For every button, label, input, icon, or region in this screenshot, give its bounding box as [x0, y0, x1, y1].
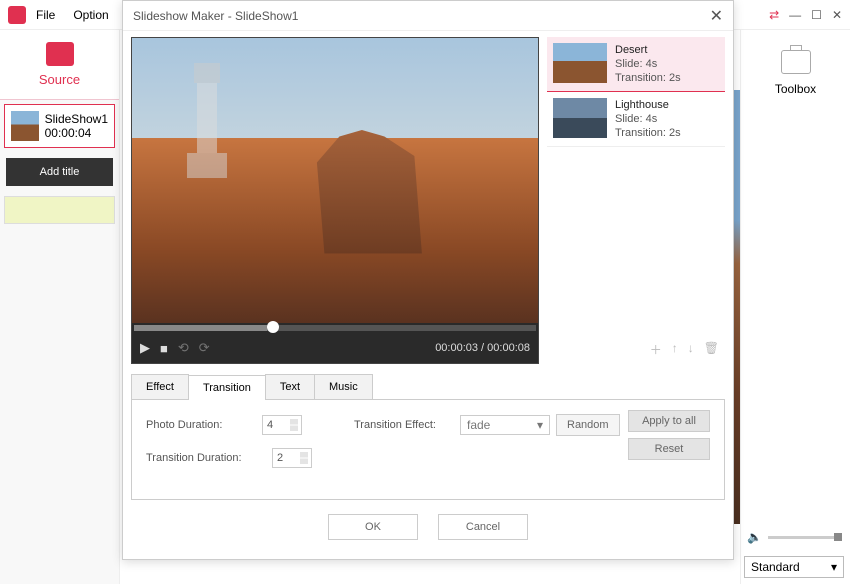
maximize-icon[interactable]: ☐ — [811, 8, 822, 22]
tab-bar: Effect Transition Text Music — [131, 374, 725, 400]
transition-panel: Photo Duration: 4 Transition Effect: fad… — [131, 400, 725, 500]
dialog-title: Slideshow Maker - SlideShow1 — [133, 9, 298, 23]
playlist-item[interactable]: Desert Slide: 4s Transition: 2s — [547, 37, 725, 92]
menu-file[interactable]: File — [36, 8, 55, 22]
minimize-icon[interactable]: — — [789, 8, 801, 22]
dialog-close-icon[interactable]: ✕ — [710, 6, 723, 26]
chevron-down-icon: ▾ — [537, 418, 543, 432]
quality-select[interactable]: Standard▾ — [744, 556, 844, 578]
playlist-thumb — [553, 98, 607, 138]
cancel-button[interactable]: Cancel — [438, 514, 528, 540]
photo-duration-input[interactable]: 4 — [262, 415, 302, 435]
playlist-actions: ＋ ↑ ↓ 🗑 — [547, 335, 725, 364]
add-title-button[interactable]: Add title — [6, 158, 113, 186]
ok-button[interactable]: OK — [328, 514, 418, 540]
slideshow-maker-dialog: Slideshow Maker - SlideShow1 ✕ ▶ ■ ⟲ ⟳ 0… — [122, 0, 734, 560]
seek-bar[interactable] — [134, 325, 536, 331]
timeline-strip[interactable] — [4, 196, 115, 224]
stop-button[interactable]: ■ — [160, 341, 168, 356]
slide-thumb — [11, 111, 39, 141]
preview-player: ▶ ■ ⟲ ⟳ 00:00:03 / 00:00:08 — [131, 37, 539, 364]
play-button[interactable]: ▶ — [140, 340, 150, 356]
random-button[interactable]: Random — [556, 414, 620, 436]
left-sidebar: Source SlideShow1 00:00:04 Add title — [0, 30, 120, 584]
menu-option[interactable]: Option — [73, 8, 108, 22]
transition-effect-label: Transition Effect: — [354, 419, 454, 431]
volume-control[interactable]: 🔈 — [747, 530, 842, 544]
move-up-icon[interactable]: ↑ — [672, 341, 678, 358]
transition-effect-select[interactable]: fade▾ — [460, 415, 550, 435]
close-icon[interactable]: ✕ — [832, 8, 842, 22]
cart-icon[interactable]: ⇄ — [769, 8, 779, 22]
tab-music[interactable]: Music — [314, 374, 373, 399]
playlist-thumb — [553, 43, 607, 83]
rotate-left-icon[interactable]: ⟲ — [178, 340, 189, 356]
tab-effect[interactable]: Effect — [131, 374, 189, 399]
apply-all-button[interactable]: Apply to all — [628, 410, 710, 432]
slide-duration: 00:00:04 — [45, 126, 108, 140]
slide-name: SlideShow1 — [45, 112, 108, 126]
chevron-down-icon: ▾ — [831, 560, 837, 574]
toolbox-icon[interactable] — [781, 50, 811, 74]
toolbox-label: Toolbox — [775, 82, 816, 96]
source-icon — [46, 42, 74, 66]
reset-button[interactable]: Reset — [628, 438, 710, 460]
delete-icon[interactable]: 🗑 — [704, 341, 719, 358]
slide-item[interactable]: SlideShow1 00:00:04 — [4, 104, 115, 148]
volume-icon[interactable]: 🔈 — [747, 530, 762, 544]
main-menu: File Option — [36, 8, 109, 22]
move-down-icon[interactable]: ↓ — [688, 341, 694, 358]
tab-transition[interactable]: Transition — [188, 375, 266, 400]
rotate-right-icon[interactable]: ⟳ — [199, 340, 210, 356]
source-label: Source — [0, 72, 119, 87]
playlist-item[interactable]: Lighthouse Slide: 4s Transition: 2s — [547, 92, 725, 147]
transition-duration-input[interactable]: 2 — [272, 448, 312, 468]
transition-duration-label: Transition Duration: — [146, 452, 266, 464]
source-tab[interactable]: Source — [0, 30, 119, 100]
add-icon[interactable]: ＋ — [650, 341, 662, 358]
tab-text[interactable]: Text — [265, 374, 315, 399]
playlist: Desert Slide: 4s Transition: 2s Lighthou… — [547, 37, 725, 364]
photo-duration-label: Photo Duration: — [146, 419, 256, 431]
right-sidebar: Toolbox — [740, 30, 850, 584]
time-display: 00:00:03 / 00:00:08 — [435, 342, 530, 354]
app-logo — [8, 6, 26, 24]
preview-canvas — [132, 38, 538, 323]
